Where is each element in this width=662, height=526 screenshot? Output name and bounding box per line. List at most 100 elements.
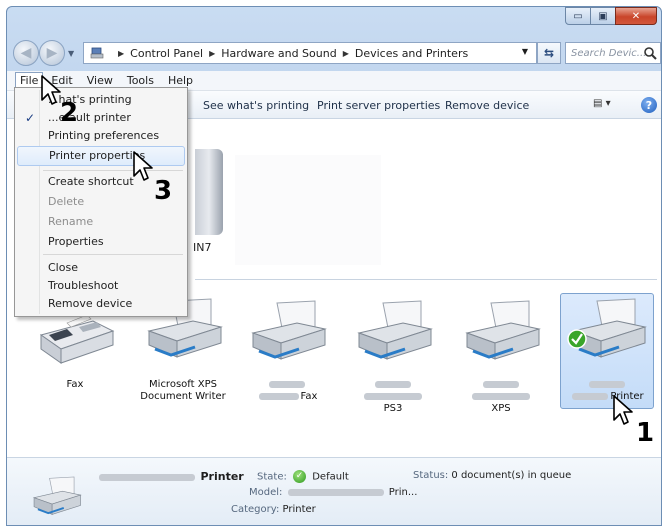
details-status: Status: 0 document(s) in queue xyxy=(413,470,571,481)
printer-label[interactable]: Fax xyxy=(237,379,337,403)
step-number-1: 1 xyxy=(636,418,655,448)
menu-item-label: Properties xyxy=(48,235,104,248)
printer-icon[interactable] xyxy=(345,299,441,365)
menu-item-set-default-printer[interactable]: ✓ ...efault printer xyxy=(17,108,185,128)
redacted-text xyxy=(269,380,305,388)
breadcrumb-devices-printers[interactable]: Devices and Printers xyxy=(355,47,468,60)
menu-item-properties[interactable]: Properties xyxy=(17,232,185,252)
menu-view[interactable]: View xyxy=(81,73,119,88)
address-bar[interactable]: ▶ Control Panel ▶ Hardware and Sound ▶ D… xyxy=(83,42,537,64)
status-key: Status: xyxy=(413,470,449,481)
search-input[interactable]: Search Devic... xyxy=(565,42,661,64)
printer-label-line: Microsoft XPS xyxy=(149,379,217,390)
redacted-text xyxy=(258,392,299,400)
model-key: Model: xyxy=(249,487,283,498)
printer-label-text: Fax xyxy=(300,391,318,402)
details-name-suffix: Printer xyxy=(200,470,244,483)
change-view-button[interactable]: ▤ ▾ xyxy=(593,98,611,109)
model-value: Prin... xyxy=(388,487,418,498)
menu-separator xyxy=(43,170,183,171)
see-whats-printing-button[interactable]: See what's printing xyxy=(203,99,309,112)
printer-label[interactable]: Fax xyxy=(25,379,125,391)
menu-item-label: Delete xyxy=(48,195,85,208)
menu-item-close[interactable]: Close xyxy=(17,258,185,278)
details-model: Model: Prin... xyxy=(249,487,417,498)
menu-item-label: Create shortcut xyxy=(48,175,134,188)
mouse-cursor-icon xyxy=(613,395,633,425)
printer-label-text: XPS xyxy=(491,403,511,414)
chevron-right-icon[interactable]: ▶ xyxy=(209,49,215,58)
forward-arrow-icon: ▶ xyxy=(46,45,58,61)
search-icon[interactable] xyxy=(643,46,657,60)
printer-icon[interactable] xyxy=(453,299,549,365)
breadcrumb-hardware-sound[interactable]: Hardware and Sound xyxy=(221,47,336,60)
remove-device-button[interactable]: Remove device xyxy=(445,99,529,112)
close-button[interactable]: ✕ xyxy=(615,7,657,25)
redacted-text xyxy=(589,380,625,388)
step-number-3: 3 xyxy=(154,176,173,206)
details-pane: Printer State: ✓ Default Status: 0 docum… xyxy=(7,457,661,525)
menu-item-rename: Rename xyxy=(17,212,185,232)
redacted-text xyxy=(483,380,519,388)
details-device-name: Printer xyxy=(97,470,244,483)
mouse-cursor-icon xyxy=(41,75,61,105)
back-arrow-icon: ◀ xyxy=(20,45,32,61)
back-button[interactable]: ◀ xyxy=(13,40,39,66)
printer-icon[interactable] xyxy=(559,297,655,363)
help-icon[interactable]: ? xyxy=(641,97,657,113)
menu-item-remove-device[interactable]: Remove device xyxy=(17,294,185,314)
computer-device-icon[interactable] xyxy=(195,149,223,235)
window-controls: ▭ ▣ ✕ xyxy=(565,7,657,25)
printer-label[interactable]: Printer xyxy=(561,379,653,403)
search-placeholder: Search Devic... xyxy=(571,47,647,59)
status-value: 0 document(s) in queue xyxy=(451,470,572,481)
printer-label[interactable]: PS3 xyxy=(343,379,443,415)
breadcrumb-control-panel[interactable]: Control Panel xyxy=(130,47,203,60)
chevron-right-icon[interactable]: ▶ xyxy=(343,49,349,58)
menu-item-label: Remove device xyxy=(48,297,133,310)
check-icon: ✓ xyxy=(293,470,307,483)
printer-label-text: PS3 xyxy=(383,403,403,414)
menu-item-label: Rename xyxy=(48,215,94,228)
menu-item-printing-preferences[interactable]: Printing preferences xyxy=(17,126,185,146)
minimize-button[interactable]: ▭ xyxy=(565,7,591,25)
redacted-text xyxy=(375,380,411,388)
maximize-button[interactable]: ▣ xyxy=(590,7,616,25)
menu-item-printer-properties[interactable]: Printer properties xyxy=(17,146,185,166)
category-key: Category: xyxy=(231,504,280,515)
redacted-text xyxy=(472,392,530,400)
step-number-2: 2 xyxy=(60,98,79,128)
printer-icon xyxy=(32,476,82,515)
device-thumbnail[interactable] xyxy=(235,155,381,265)
checkmark-icon: ✓ xyxy=(25,111,36,125)
state-value: Default xyxy=(312,471,349,483)
state-key: State: xyxy=(257,471,287,483)
redacted-text xyxy=(572,392,609,400)
menu-help[interactable]: Help xyxy=(162,73,199,88)
redacted-text xyxy=(99,473,195,481)
chevron-right-icon: ▶ xyxy=(118,48,125,58)
title-bar: ▭ ▣ ✕ xyxy=(7,7,661,35)
refresh-icon: ⇆ xyxy=(543,46,555,60)
printer-label-line: Document Writer xyxy=(140,391,226,402)
category-value: Printer xyxy=(282,504,316,515)
refresh-button[interactable]: ⇆ xyxy=(537,42,561,64)
menu-item-label: Close xyxy=(48,261,78,274)
address-dropdown-icon[interactable]: ▼ xyxy=(522,47,528,56)
menu-item-label: Troubleshoot xyxy=(48,279,119,292)
redacted-text xyxy=(287,488,384,496)
details-state: State: ✓ Default xyxy=(257,470,349,483)
print-server-properties-button[interactable]: Print server properties xyxy=(317,99,440,112)
menu-separator xyxy=(43,254,183,255)
menu-tools[interactable]: Tools xyxy=(121,73,160,88)
menu-item-troubleshoot[interactable]: Troubleshoot xyxy=(17,276,185,296)
printer-label[interactable]: Microsoft XPS Document Writer xyxy=(129,379,237,403)
device-label[interactable]: IN7 xyxy=(193,241,211,254)
forward-button[interactable]: ▶ xyxy=(39,40,65,66)
menu-item-label: Printing preferences xyxy=(48,129,160,142)
printer-icon[interactable] xyxy=(239,299,335,365)
details-category: Category: Printer xyxy=(231,504,316,515)
address-row: ◀ ▶ ▼ ▶ Control Panel ▶ Hardware and Sou… xyxy=(7,35,661,71)
recent-pages-dropdown[interactable]: ▼ xyxy=(68,49,74,58)
printer-label[interactable]: XPS xyxy=(451,379,551,415)
